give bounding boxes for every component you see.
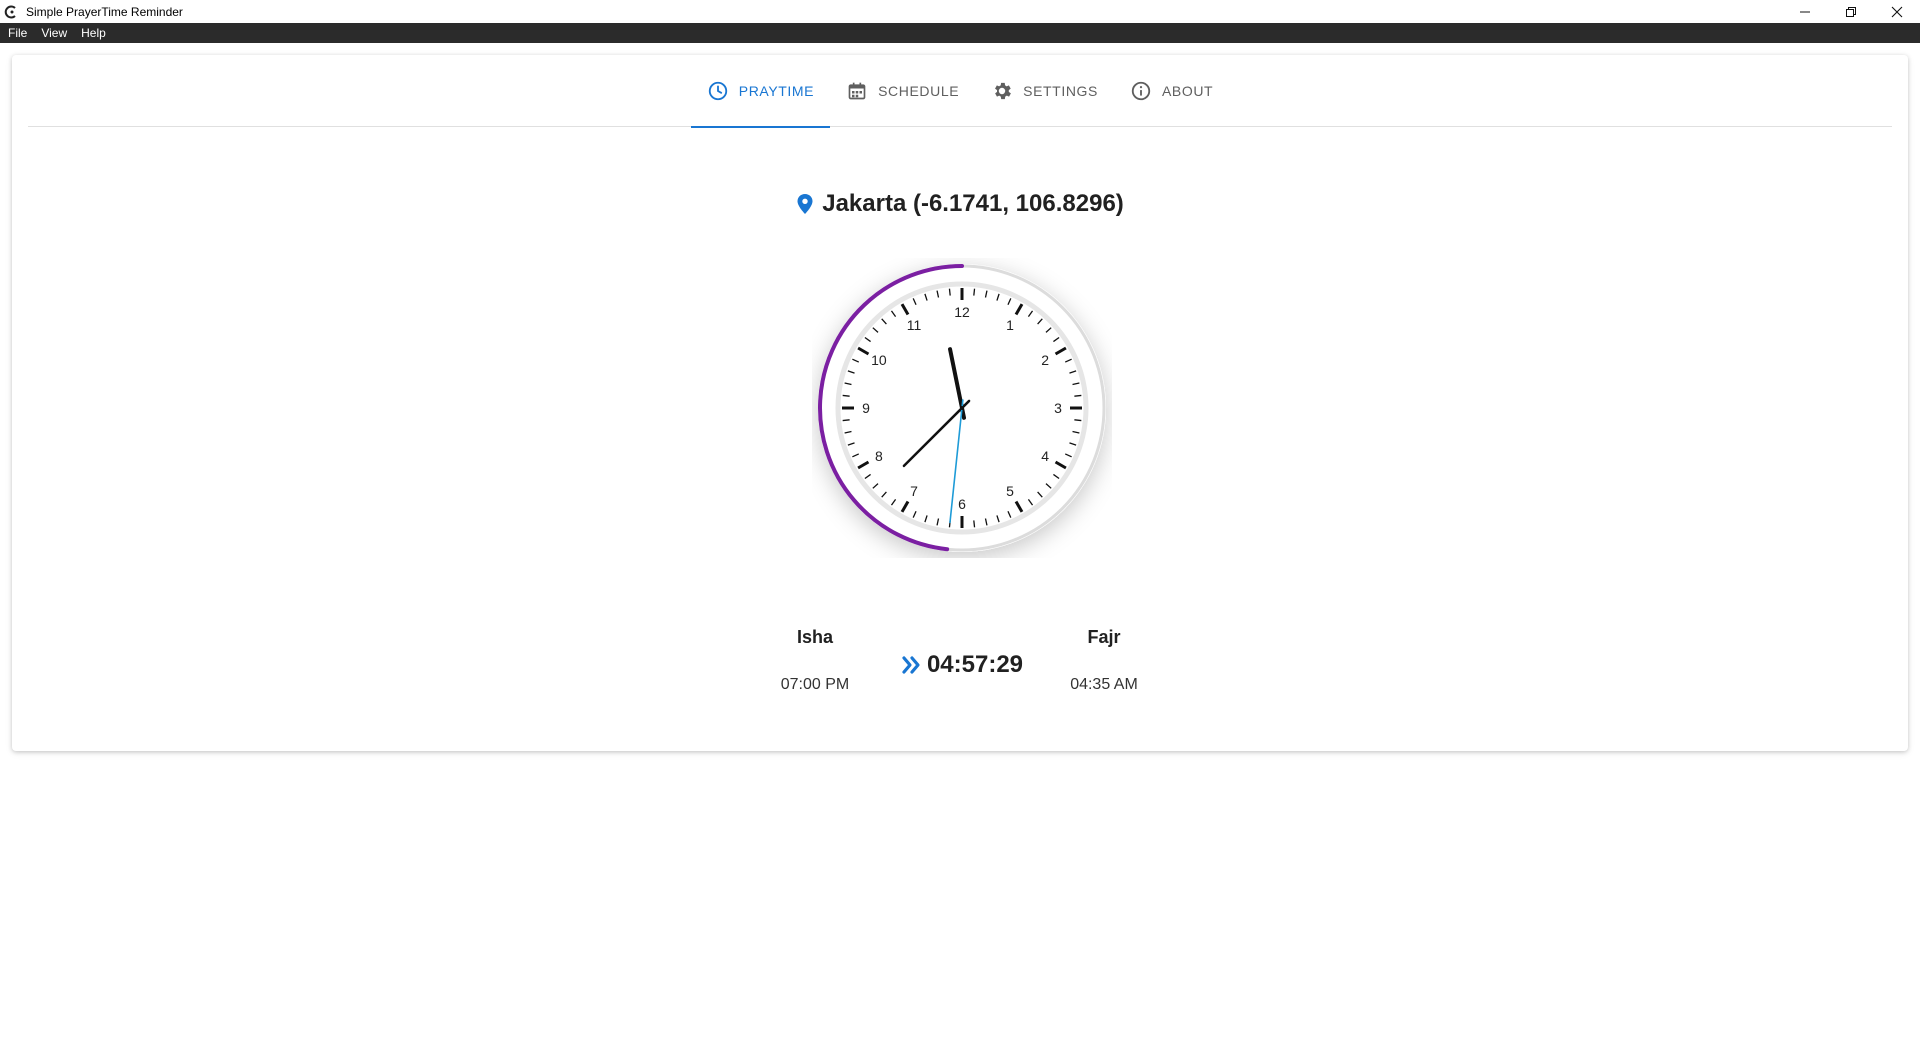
clock-number: 2 bbox=[1041, 352, 1049, 368]
app-logo-icon bbox=[4, 5, 18, 19]
main-card: PRAYTIME SCHEDULE SETTINGS ABOUT Jakarta… bbox=[12, 55, 1908, 751]
clock-number: 10 bbox=[871, 352, 887, 368]
tab-about[interactable]: ABOUT bbox=[1114, 55, 1229, 127]
clock-number: 11 bbox=[907, 317, 922, 333]
clock-number: 12 bbox=[954, 304, 970, 320]
close-icon bbox=[1891, 6, 1903, 17]
tab-praytime-label: PRAYTIME bbox=[738, 83, 815, 99]
menu-help[interactable]: Help bbox=[73, 26, 112, 40]
menu-view[interactable]: View bbox=[33, 26, 73, 40]
location-pin-icon bbox=[796, 193, 814, 215]
clock-number: 4 bbox=[1041, 448, 1049, 464]
next-prayer-name: Fajr bbox=[1087, 627, 1121, 647]
clock-icon bbox=[707, 80, 729, 102]
clock-minute-tick bbox=[948, 288, 951, 296]
menu-file[interactable]: File bbox=[0, 26, 33, 40]
clock-number: 1 bbox=[1006, 317, 1014, 333]
info-icon bbox=[1130, 80, 1152, 102]
minimize-button[interactable] bbox=[1782, 0, 1828, 23]
tab-praytime[interactable]: PRAYTIME bbox=[690, 55, 831, 128]
next-prayer: Fajr 04:35 AM bbox=[1004, 627, 1204, 694]
clock-number: 7 bbox=[910, 483, 918, 499]
analog-clock: 12 1 2 3 4 5 6 7 8 9 10 11 bbox=[812, 258, 1112, 558]
tab-schedule-label: SCHEDULE bbox=[878, 83, 960, 99]
tab-settings[interactable]: SETTINGS bbox=[975, 55, 1114, 127]
clock-number: 9 bbox=[862, 400, 870, 416]
menu-bar: File View Help bbox=[0, 23, 1920, 43]
calendar-icon bbox=[846, 80, 868, 102]
clock-minute-tick bbox=[1074, 419, 1082, 422]
tab-about-label: ABOUT bbox=[1161, 83, 1214, 99]
tab-bar: PRAYTIME SCHEDULE SETTINGS ABOUT bbox=[28, 55, 1892, 128]
previous-prayer-name: Isha bbox=[796, 627, 834, 647]
restore-icon bbox=[1846, 6, 1856, 17]
clock-number: 3 bbox=[1054, 400, 1062, 416]
gear-icon bbox=[991, 80, 1013, 102]
tab-schedule[interactable]: SCHEDULE bbox=[830, 55, 975, 127]
restore-button[interactable] bbox=[1828, 0, 1874, 23]
clock-minute-tick bbox=[1074, 394, 1082, 397]
clock-center-pin bbox=[960, 406, 964, 410]
double-chevron-right-icon bbox=[901, 655, 923, 675]
tab-settings-label: SETTINGS bbox=[1023, 83, 1098, 99]
clock-number: 8 bbox=[875, 448, 883, 464]
clock-number: 6 bbox=[958, 496, 966, 512]
window-title: Simple PrayerTime Reminder bbox=[26, 4, 183, 19]
minimize-icon bbox=[1800, 11, 1810, 12]
clock-minute-tick bbox=[973, 520, 976, 528]
title-bar: Simple PrayerTime Reminder bbox=[0, 0, 1920, 23]
location-text: Jakarta (-6.1741, 106.8296) bbox=[822, 190, 1124, 217]
close-button[interactable] bbox=[1874, 0, 1920, 23]
clock-minute-tick bbox=[842, 419, 850, 422]
location-heading: Jakarta (-6.1741, 106.8296) bbox=[12, 190, 1908, 218]
clock-number: 5 bbox=[1006, 483, 1014, 499]
clock-minute-tick bbox=[842, 394, 850, 397]
next-prayer-time: 04:35 AM bbox=[1070, 676, 1138, 693]
clock-minute-tick bbox=[973, 288, 976, 296]
